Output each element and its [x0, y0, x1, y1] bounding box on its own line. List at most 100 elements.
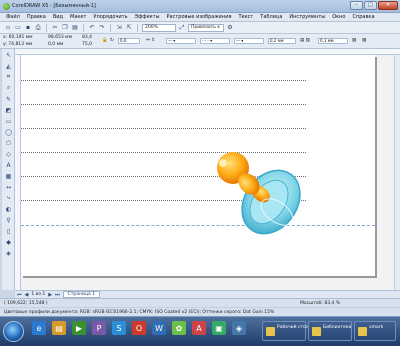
crop-tool-icon[interactable]: ⌗: [3, 72, 14, 82]
cursor-coordinates: ( 109,622; 15,548 ): [4, 301, 48, 306]
table-tool-icon[interactable]: ▦: [3, 171, 14, 181]
taskbar-window-libraries[interactable]: Библиотеки: [308, 321, 352, 341]
wrap-text-icon[interactable]: ▤ ▥: [300, 38, 310, 43]
word-icon[interactable]: W: [152, 321, 166, 335]
menu-help[interactable]: Справка: [352, 14, 374, 20]
paste-icon[interactable]: ▤: [71, 24, 79, 32]
smart-fill-icon[interactable]: ◩: [3, 105, 14, 115]
options-icon[interactable]: ⚙: [226, 24, 234, 32]
mirror-icon[interactable]: ⇔ ⇕: [146, 38, 155, 43]
ellipse-tool-icon[interactable]: ◯: [3, 127, 14, 137]
opera-icon[interactable]: O: [132, 321, 146, 335]
minimize-button[interactable]: –: [350, 1, 363, 10]
redo-icon[interactable]: ↷: [98, 24, 106, 32]
drawing-canvas[interactable]: [21, 55, 400, 290]
menu-arrange[interactable]: Упорядочить: [93, 14, 127, 20]
close-button[interactable]: ✕: [378, 1, 398, 10]
pacifier-graphic[interactable]: [209, 152, 309, 242]
zoom-tool-icon[interactable]: ⌕: [3, 83, 14, 93]
last-page-icon[interactable]: ⏭: [55, 292, 60, 298]
menu-tools[interactable]: Инструменты: [289, 14, 325, 20]
gap-field[interactable]: 0,1 мм: [318, 38, 348, 44]
cut-icon[interactable]: ✂: [51, 24, 59, 32]
shape-tool-icon[interactable]: ◭: [3, 61, 14, 71]
pdf-icon[interactable]: A: [192, 321, 206, 335]
next-page-icon[interactable]: ▶: [48, 292, 52, 298]
outline-width-field[interactable]: 0,2 мм: [268, 38, 296, 44]
line-style-a[interactable]: — ▾: [166, 38, 196, 44]
taskbar-window-xmark[interactable]: xmark: [354, 321, 396, 341]
dimension-tool-icon[interactable]: ↔: [3, 182, 14, 192]
line-style-b[interactable]: - - - ▾: [200, 38, 230, 44]
color-profiles-text[interactable]: Цветовые профили документа: RGB: sRGB IE…: [4, 310, 274, 315]
snap-to-combo[interactable]: Привязать к: [188, 23, 224, 32]
menu-edit[interactable]: Правка: [27, 14, 46, 20]
width-field[interactable]: 98,653 мм: [48, 35, 72, 40]
skype-icon[interactable]: S: [112, 321, 126, 335]
basic-shapes-icon[interactable]: ◇: [3, 149, 14, 159]
height-field[interactable]: 0,0 мм: [48, 42, 63, 47]
document-page[interactable]: [21, 55, 375, 276]
coreldraw-app-icon[interactable]: [3, 3, 10, 10]
menu-bitmaps[interactable]: Растровые изображения: [167, 14, 232, 20]
app-icon[interactable]: ▣: [212, 321, 226, 335]
taskbar-window-desktop[interactable]: Рабочий стол: [262, 321, 309, 341]
to-back-icon[interactable]: ▧: [362, 38, 366, 43]
blend-tool-icon[interactable]: ◐: [3, 204, 14, 214]
connector-tool-icon[interactable]: ⤷: [3, 193, 14, 203]
menu-view[interactable]: Вид: [53, 14, 63, 20]
dotted-line[interactable]: [21, 104, 306, 105]
export-icon[interactable]: ⇱: [125, 24, 133, 32]
polygon-tool-icon[interactable]: ⬠: [3, 138, 14, 148]
start-button[interactable]: [3, 321, 24, 342]
menu-bar: Файл Правка Вид Макет Упорядочить Эффект…: [0, 13, 400, 22]
save-icon[interactable]: ▪: [24, 24, 32, 32]
menu-layout[interactable]: Макет: [70, 14, 86, 20]
app-icon[interactable]: ◈: [232, 321, 246, 335]
fill-tool-icon[interactable]: ◆: [3, 237, 14, 247]
x-position[interactable]: x: 60,191 мм: [3, 35, 33, 40]
rotation-angle-field[interactable]: 0,0: [118, 38, 140, 44]
ie-icon[interactable]: e: [32, 321, 46, 335]
copy-icon[interactable]: ❐: [61, 24, 69, 32]
rectangle-tool-icon[interactable]: ▭: [3, 116, 14, 126]
media-icon[interactable]: ▶: [72, 321, 86, 335]
explorer-icon[interactable]: ▤: [52, 321, 66, 335]
outline-tool-icon[interactable]: ▯: [3, 226, 14, 236]
y-position[interactable]: y: 74,813 мм: [3, 42, 32, 47]
open-icon[interactable]: ▭: [14, 24, 22, 32]
first-page-icon[interactable]: ⏮: [17, 292, 22, 298]
vertical-scrollbar[interactable]: [394, 55, 400, 290]
dotted-line[interactable]: [21, 80, 306, 81]
prev-page-icon[interactable]: ◀: [25, 292, 29, 298]
menu-table[interactable]: Таблица: [260, 14, 282, 20]
windows-taskbar: e ▤ ▶ P S O W ✿ A ▣ ◈ Рабочий стол Библи…: [0, 316, 400, 346]
lock-ratio-icon[interactable]: 🔒: [102, 38, 108, 43]
page-tab[interactable]: Страница 1: [62, 291, 101, 298]
menu-effects[interactable]: Эффекты: [135, 14, 160, 20]
photoshop-icon[interactable]: P: [92, 321, 106, 335]
menu-text[interactable]: Текст: [238, 14, 253, 20]
menu-window[interactable]: Окно: [332, 14, 345, 20]
new-icon[interactable]: ▫: [4, 24, 12, 32]
guideline[interactable]: [21, 225, 375, 226]
scale-height[interactable]: 75,0: [82, 42, 92, 47]
full-screen-icon[interactable]: ⤢: [178, 24, 186, 32]
zoom-level-combo[interactable]: 200%: [142, 23, 176, 32]
freehand-tool-icon[interactable]: ✎: [3, 94, 14, 104]
coreldraw-task-icon[interactable]: ✿: [172, 321, 186, 335]
undo-icon[interactable]: ↶: [88, 24, 96, 32]
eyedropper-tool-icon[interactable]: ⚲: [3, 215, 14, 225]
scale-width[interactable]: 83,4: [82, 35, 92, 40]
line-style-c[interactable]: — ▾: [234, 38, 264, 44]
dotted-line[interactable]: [21, 128, 306, 129]
to-front-icon[interactable]: ▨: [352, 38, 356, 43]
pick-tool-icon[interactable]: ↖: [3, 50, 14, 60]
import-icon[interactable]: ⇲: [115, 24, 123, 32]
text-tool-icon[interactable]: A: [3, 160, 14, 170]
print-icon[interactable]: ⎙: [34, 24, 42, 32]
interactive-fill-icon[interactable]: ◈: [3, 248, 14, 258]
page-count: 1 из 1: [31, 292, 46, 297]
maximize-button[interactable]: □: [364, 1, 377, 10]
menu-file[interactable]: Файл: [6, 14, 20, 20]
